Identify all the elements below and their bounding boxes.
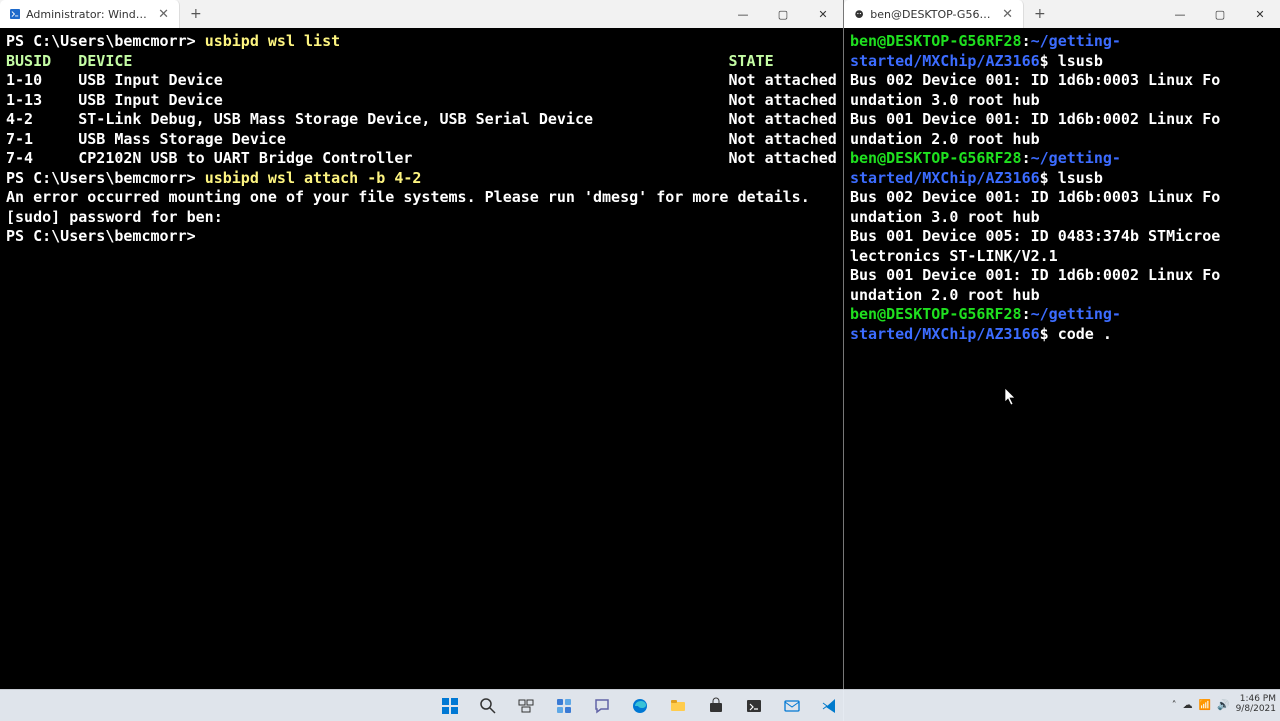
- close-button-right[interactable]: ✕: [1240, 0, 1280, 28]
- minimize-button-left[interactable]: —: [723, 0, 763, 28]
- tab-wsl[interactable]: ben@DESKTOP-G56RF28: ~/ge ✕: [844, 0, 1024, 28]
- edge-icon[interactable]: [625, 693, 655, 719]
- tray-chevron-icon[interactable]: ˄: [1172, 700, 1177, 711]
- maximize-button-right[interactable]: ▢: [1200, 0, 1240, 28]
- start-button[interactable]: [435, 693, 465, 719]
- wifi-icon[interactable]: 📶: [1199, 700, 1211, 711]
- terminal-right[interactable]: ben@DESKTOP-G56RF28:~/getting-started/MX…: [844, 28, 1280, 721]
- search-icon[interactable]: [473, 693, 503, 719]
- onedrive-icon[interactable]: ☁: [1183, 700, 1193, 711]
- taskbar[interactable]: ˄ ☁ 📶 🔊 1:46 PM 9/8/2021: [0, 689, 1280, 721]
- tab-title-left: Administrator: Windows PowerS: [26, 8, 152, 21]
- clock[interactable]: 1:46 PM 9/8/2021: [1236, 695, 1276, 715]
- terminal-icon[interactable]: [739, 693, 769, 719]
- system-tray[interactable]: ˄ ☁ 📶 🔊 1:46 PM 9/8/2021: [1172, 689, 1276, 721]
- tab-powershell[interactable]: Administrator: Windows PowerS ✕: [0, 0, 180, 28]
- linux-icon: [854, 7, 864, 21]
- minimize-button-right[interactable]: —: [1160, 0, 1200, 28]
- tray-date: 9/8/2021: [1236, 705, 1276, 715]
- volume-icon[interactable]: 🔊: [1217, 700, 1229, 711]
- store-icon[interactable]: [701, 693, 731, 719]
- wsl-window: ben@DESKTOP-G56RF28: ~/ge ✕ + — ▢ ✕ ben@…: [843, 0, 1280, 721]
- tab-title-right: ben@DESKTOP-G56RF28: ~/ge: [870, 8, 996, 21]
- window-controls-left: — ▢ ✕: [723, 0, 843, 28]
- close-button-left[interactable]: ✕: [803, 0, 843, 28]
- explorer-icon[interactable]: [663, 693, 693, 719]
- task-view-icon[interactable]: [511, 693, 541, 719]
- titlebar-right[interactable]: ben@DESKTOP-G56RF28: ~/ge ✕ + — ▢ ✕: [844, 0, 1280, 28]
- desktop: Administrator: Windows PowerS ✕ + — ▢ ✕ …: [0, 0, 1280, 721]
- chat-icon[interactable]: [587, 693, 617, 719]
- tab-bar-left: Administrator: Windows PowerS ✕ +: [0, 0, 723, 28]
- new-tab-button-left[interactable]: +: [180, 6, 212, 22]
- maximize-button-left[interactable]: ▢: [763, 0, 803, 28]
- powershell-window: Administrator: Windows PowerS ✕ + — ▢ ✕ …: [0, 0, 843, 721]
- window-controls-right: — ▢ ✕: [1160, 0, 1280, 28]
- new-tab-button-right[interactable]: +: [1024, 6, 1056, 22]
- tab-bar-right: ben@DESKTOP-G56RF28: ~/ge ✕ +: [844, 0, 1160, 28]
- terminal-left[interactable]: PS C:\Users\bemcmorr> usbipd wsl list BU…: [0, 28, 843, 721]
- taskbar-center: [435, 693, 845, 719]
- tab-close-icon[interactable]: ✕: [158, 8, 169, 21]
- vscode-icon[interactable]: [815, 693, 845, 719]
- widgets-icon[interactable]: [549, 693, 579, 719]
- tab-close-icon-right[interactable]: ✕: [1002, 8, 1013, 21]
- mail-icon[interactable]: [777, 693, 807, 719]
- titlebar-left[interactable]: Administrator: Windows PowerS ✕ + — ▢ ✕: [0, 0, 843, 28]
- powershell-icon: [10, 7, 20, 21]
